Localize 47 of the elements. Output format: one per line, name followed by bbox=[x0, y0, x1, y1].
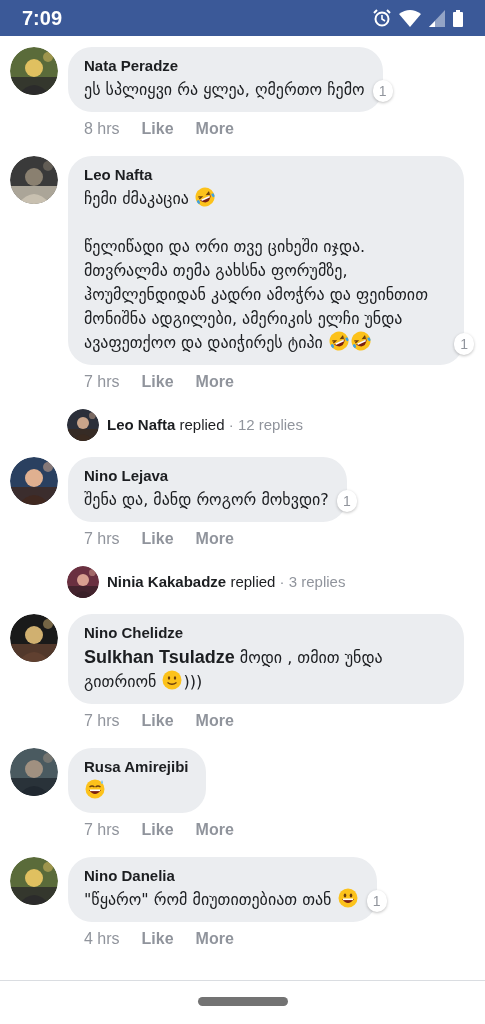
laughing-face-icon bbox=[329, 331, 349, 351]
reaction-count[interactable]: 1 bbox=[372, 80, 393, 102]
more-link[interactable]: More bbox=[195, 927, 234, 951]
like-link[interactable]: Like bbox=[141, 370, 174, 394]
reaction-count[interactable]: 1 bbox=[366, 890, 387, 912]
more-link[interactable]: More bbox=[195, 527, 234, 551]
signal-icon bbox=[429, 9, 445, 27]
comment-text: "წყარო" რომ მიუთითებიათ თან bbox=[84, 888, 359, 912]
laughing-face-icon bbox=[195, 187, 215, 207]
reaction-count[interactable]: 1 bbox=[336, 490, 357, 512]
like-link[interactable]: Like bbox=[141, 927, 174, 951]
comment-author[interactable]: Leo Nafta bbox=[84, 165, 446, 185]
timestamp: 4 hrs bbox=[84, 929, 120, 949]
comment-text: ეს სპლიყვი რა ყლეა, ღმერთო ჩემო bbox=[84, 79, 365, 101]
comment-author[interactable]: Nino Danelia bbox=[84, 866, 359, 886]
comment-author[interactable]: Rusa Amirejibi bbox=[84, 757, 189, 777]
smiling-face-icon bbox=[162, 670, 183, 690]
laughing-face-icon bbox=[351, 331, 371, 351]
timestamp: 7 hrs bbox=[84, 711, 120, 731]
more-link[interactable]: More bbox=[195, 709, 234, 733]
like-link[interactable]: Like bbox=[141, 709, 174, 733]
wifi-icon bbox=[399, 9, 421, 27]
grinning-face-icon bbox=[337, 888, 358, 908]
comment-text: შენა და, მანდ როგორ მოხვდი? bbox=[84, 489, 329, 511]
alarm-icon bbox=[373, 9, 391, 27]
comment-text: Sulkhan Tsuladze მოდი , თმით უნდა გითრიონ ))) bbox=[84, 646, 384, 693]
clock-time: 7:09 bbox=[22, 6, 63, 31]
grinning-sweat-face-icon bbox=[85, 779, 105, 799]
like-link[interactable]: Like bbox=[141, 818, 174, 842]
comment-author[interactable]: Nino Chelidze bbox=[84, 623, 446, 643]
timestamp: 8 hrs bbox=[84, 119, 120, 139]
comment-text: ჩემი ძმაკაცია წელიწადი და ორი თვე ციხეში იჯდა. მთვრალმა თემა გახსნა ფორუმზე, ჰოუმლენდიდან კადრი ამოჭრა და ფეინთით მონიშნა ადგილები, ამერიკის ელჩი უნდა ავაფეთქოო და დაიჭირეს ტიპი bbox=[84, 187, 429, 354]
more-link[interactable]: More bbox=[195, 818, 234, 842]
comment-author[interactable]: Nata Peradze bbox=[84, 56, 365, 76]
home-indicator[interactable] bbox=[198, 997, 288, 1006]
timestamp: 7 hrs bbox=[84, 820, 120, 840]
more-link[interactable]: More bbox=[195, 370, 234, 394]
replies-summary[interactable]: Ninia Kakabadze replied · 3 replies bbox=[107, 570, 346, 594]
timestamp: 7 hrs bbox=[84, 529, 120, 549]
battery-icon bbox=[453, 9, 463, 27]
like-link[interactable]: Like bbox=[141, 527, 174, 551]
more-link[interactable]: More bbox=[195, 117, 234, 141]
reaction-count[interactable]: 1 bbox=[454, 333, 474, 355]
replies-summary[interactable]: Leo Nafta replied · 12 replies bbox=[107, 413, 303, 437]
comment-author[interactable]: Nino Lejava bbox=[84, 466, 329, 486]
timestamp: 7 hrs bbox=[84, 372, 120, 392]
like-link[interactable]: Like bbox=[141, 117, 174, 141]
